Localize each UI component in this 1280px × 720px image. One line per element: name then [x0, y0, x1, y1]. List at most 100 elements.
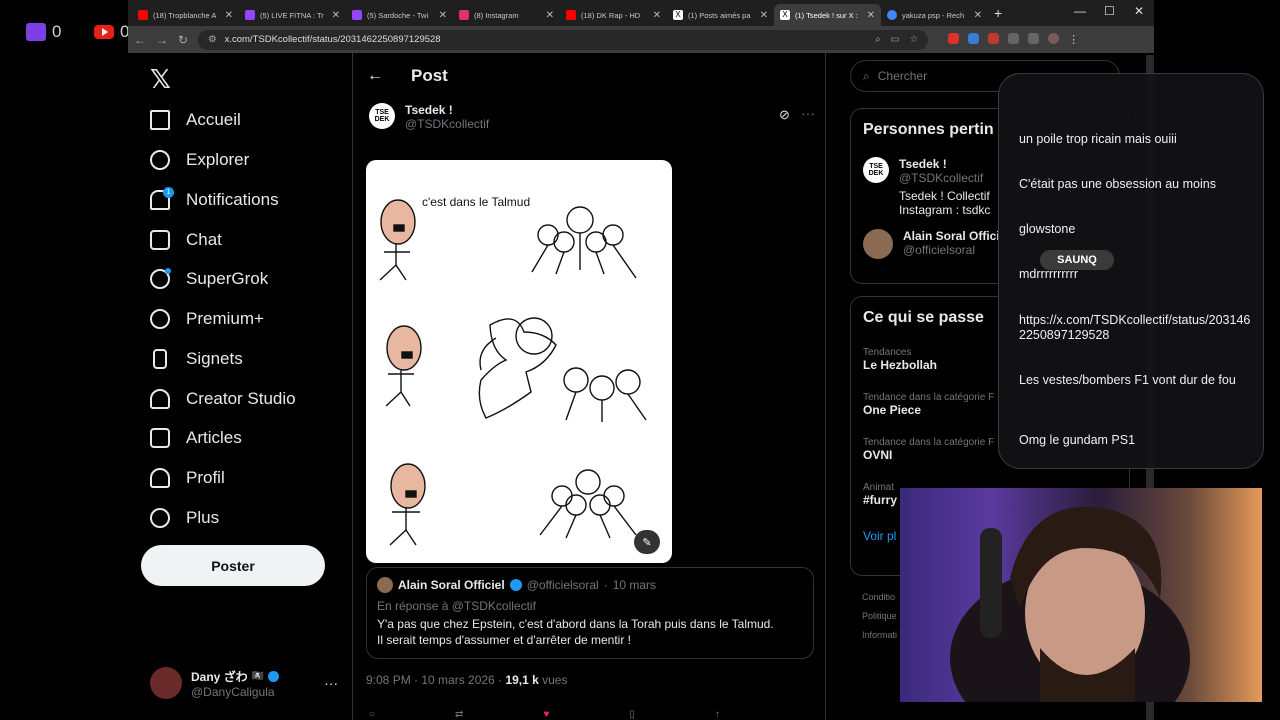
nav-explore[interactable]: Explorer: [150, 150, 249, 170]
chat-message: un poile trop ricain mais ouiii: [1019, 132, 1177, 146]
repost-icon[interactable]: ⇄: [455, 709, 463, 720]
author-handle[interactable]: @TSDKcollectif: [405, 117, 489, 131]
bookmark-icon: [153, 349, 167, 369]
new-tab-icon[interactable]: +: [994, 5, 1002, 21]
quote-avatar: [377, 577, 393, 593]
x-logo-icon[interactable]: 𝕏: [150, 65, 171, 95]
bookmark-star-icon[interactable]: ☆: [910, 34, 919, 45]
zoom-icon[interactable]: ⌕: [875, 34, 880, 45]
close-window-icon[interactable]: ✕: [1134, 4, 1144, 18]
media-icon[interactable]: [1028, 33, 1040, 44]
nav-articles[interactable]: Articles: [150, 428, 242, 448]
chat-message: Les vestes/bombers F1 vont dur de fou: [1019, 373, 1236, 387]
chat-message: glowstone: [1019, 222, 1076, 236]
close-icon[interactable]: ✕: [760, 10, 768, 21]
post-timestamp: 9:08 PM · 10 mars 2026 ·: [366, 673, 503, 687]
tab[interactable]: (8) Instagram ✕: [453, 4, 560, 26]
minimize-icon[interactable]: —: [1074, 4, 1086, 18]
bookmark-icon[interactable]: ▯: [629, 709, 635, 720]
close-icon[interactable]: ✕: [653, 10, 661, 21]
avatar[interactable]: [863, 229, 893, 259]
more-icon[interactable]: ···: [324, 675, 338, 691]
footer-link[interactable]: Conditio: [862, 588, 897, 607]
address-bar-row: ← → ↻ ⚙ x.com/TSDKcollectif/status/20314…: [128, 26, 1154, 53]
close-icon[interactable]: ✕: [439, 10, 447, 21]
post-button[interactable]: Poster: [141, 545, 325, 586]
person-name[interactable]: Alain Soral Offici: [903, 229, 1000, 243]
person-name[interactable]: Tsedek !: [899, 157, 990, 171]
site-info-icon[interactable]: ⚙: [208, 34, 217, 45]
nav-notifications[interactable]: 1 Notifications: [150, 187, 279, 210]
tab[interactable]: yakuza psp - Rech ✕: [881, 4, 988, 26]
verified-badge-icon: [268, 670, 280, 682]
extensions-icon[interactable]: [1008, 33, 1020, 44]
reply-icon[interactable]: ○: [369, 709, 375, 720]
author-avatar[interactable]: TSE DEK: [369, 103, 395, 129]
chat-message: mdrrrrrrrrrr: [1019, 267, 1078, 281]
quoted-post[interactable]: Alain Soral Officiel @officielsoral · 10…: [366, 567, 814, 659]
post-image[interactable]: c'est dans le Talmud ✎: [366, 160, 672, 563]
tab[interactable]: X (1) Posts aimés pa ✕: [667, 4, 774, 26]
profile-icon[interactable]: [1048, 33, 1060, 44]
webcam-person: [950, 506, 1190, 702]
verified-badge-icon: [509, 579, 522, 591]
close-icon[interactable]: ✕: [867, 10, 875, 21]
back-arrow-icon[interactable]: ←: [367, 67, 383, 85]
extension-icon[interactable]: [968, 33, 980, 44]
youtube-icon: [138, 10, 148, 20]
author-name[interactable]: Tsedek !: [405, 103, 489, 117]
image-edit-icon[interactable]: ✎: [634, 530, 660, 554]
cast-icon[interactable]: ▭: [891, 34, 900, 45]
grok-icon[interactable]: ⊘: [779, 107, 790, 123]
bell-icon: 1: [150, 187, 174, 210]
menu-icon[interactable]: ⋮: [1068, 33, 1079, 46]
nav-creator-studio[interactable]: Creator Studio: [150, 389, 296, 409]
close-icon[interactable]: ✕: [332, 10, 340, 21]
close-icon[interactable]: ✕: [974, 10, 982, 21]
person-icon: [150, 468, 170, 488]
person-bio: Instagram : tsdkc: [899, 203, 991, 217]
close-icon[interactable]: ✕: [225, 10, 233, 21]
tab[interactable]: (18) DK Rap - HD ✕: [560, 4, 667, 26]
google-icon: [887, 10, 897, 20]
extension-icon[interactable]: [988, 33, 1000, 44]
share-icon[interactable]: ↑: [715, 709, 720, 720]
twitch-icon: [245, 10, 255, 20]
tab-bar: (18) Tropblanche A ✕ (5) LIVE FITNA : Tr ✕…: [128, 0, 1154, 26]
url-bar[interactable]: ⚙ x.com/TSDKcollectif/status/20314622508…: [198, 29, 929, 50]
tab[interactable]: (5) Sardoche - Twi ✕: [346, 4, 453, 26]
grok-icon: [150, 268, 171, 289]
like-icon[interactable]: ♥: [543, 709, 549, 720]
person-handle: @officielsoral: [903, 243, 975, 257]
maximize-icon[interactable]: ☐: [1104, 4, 1115, 18]
footer-links: Conditio Politique Informati: [862, 588, 897, 645]
nav-profile[interactable]: Profil: [150, 468, 225, 488]
nav-more[interactable]: Plus: [150, 508, 219, 528]
nav-chat[interactable]: Chat: [150, 230, 222, 250]
more-icon[interactable]: ···: [801, 105, 815, 121]
extension-icon[interactable]: [948, 33, 960, 44]
reload-icon[interactable]: ↻: [178, 33, 188, 47]
nav-home[interactable]: Accueil: [150, 110, 241, 130]
footer-link[interactable]: Politique: [862, 607, 897, 626]
page-title: Post: [411, 66, 448, 85]
footer-link[interactable]: Informati: [862, 626, 897, 645]
tab-active[interactable]: X (1) Tsedek ! sur X : ✕: [774, 4, 881, 26]
nav-supergrok[interactable]: SuperGrok: [150, 268, 268, 289]
nav-bookmarks[interactable]: Signets: [150, 349, 243, 369]
close-icon[interactable]: ✕: [546, 10, 554, 21]
forward-icon[interactable]: →: [156, 33, 168, 47]
article-icon: [150, 428, 170, 448]
person-handle: @TSDKcollectif: [899, 171, 984, 185]
back-icon[interactable]: ←: [134, 33, 146, 47]
account-switcher[interactable]: Dany ざわ 🏴‍☠️ @DanyCaligula ···: [150, 667, 338, 699]
youtube-icon: [566, 10, 576, 20]
view-count: 19,1 k: [505, 673, 539, 687]
nav-premium[interactable]: Premium+: [150, 309, 264, 329]
avatar[interactable]: TSE DEK: [863, 157, 889, 183]
tab[interactable]: (5) LIVE FITNA : Tr ✕: [239, 4, 346, 26]
post-author[interactable]: TSE DEK Tsedek ! @TSDKcollectif: [369, 103, 489, 131]
quote-date: 10 mars: [612, 578, 657, 592]
tab[interactable]: (18) Tropblanche A ✕: [132, 4, 239, 26]
quote-author-handle: @officielsoral: [526, 578, 599, 592]
